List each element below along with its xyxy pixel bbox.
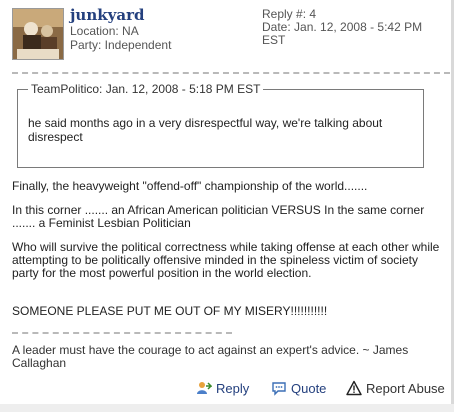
reply-info: Reply #: 4 Date: Jan. 12, 2008 - 5:42 PM… xyxy=(262,8,452,47)
post-paragraph: SOMEONE PLEASE PUT ME OUT OF MY MISERY!!… xyxy=(12,304,328,318)
username-link[interactable]: junkyard xyxy=(70,6,144,24)
post-paragraph: In this corner ....... an African Americ… xyxy=(12,203,425,230)
post-date-tz: EST xyxy=(262,33,286,47)
reply-label: Reply xyxy=(216,380,250,396)
quote-label: Quote xyxy=(291,380,327,396)
post-paragraph: Who will survive the political correctne… xyxy=(12,240,440,280)
quote-box: TeamPolitico: Jan. 12, 2008 - 5:18 PM ES… xyxy=(17,82,424,168)
speech-bubble-icon xyxy=(272,382,286,396)
user-party: Party: Independent xyxy=(70,38,172,52)
user-location: Location: NA xyxy=(70,24,139,38)
reply-person-icon xyxy=(197,382,212,394)
quote-text: he said months ago in a very disrespectf… xyxy=(28,116,383,144)
report-label: Report Abuse xyxy=(366,380,445,396)
quote-button[interactable]: Quote xyxy=(271,380,326,396)
report-abuse-button[interactable]: Report Abuse xyxy=(346,380,445,396)
quote-header: TeamPolitico: Jan. 12, 2008 - 5:18 PM ES… xyxy=(28,82,264,96)
next-post-edge xyxy=(0,404,454,412)
signature-divider xyxy=(12,332,232,334)
avatar-image xyxy=(13,9,63,59)
header-divider xyxy=(12,72,450,74)
post-date: Date: Jan. 12, 2008 - 5:42 PM xyxy=(262,20,423,34)
forum-post: junkyard Location: NA Party: Independent… xyxy=(0,0,454,410)
reply-button[interactable]: Reply xyxy=(196,380,249,396)
post-paragraph: Finally, the heavyweight "offend-off" ch… xyxy=(12,179,368,193)
avatar[interactable] xyxy=(12,8,64,60)
signature: A leader must have the courage to act ag… xyxy=(12,343,409,370)
warning-triangle-icon xyxy=(346,380,362,396)
